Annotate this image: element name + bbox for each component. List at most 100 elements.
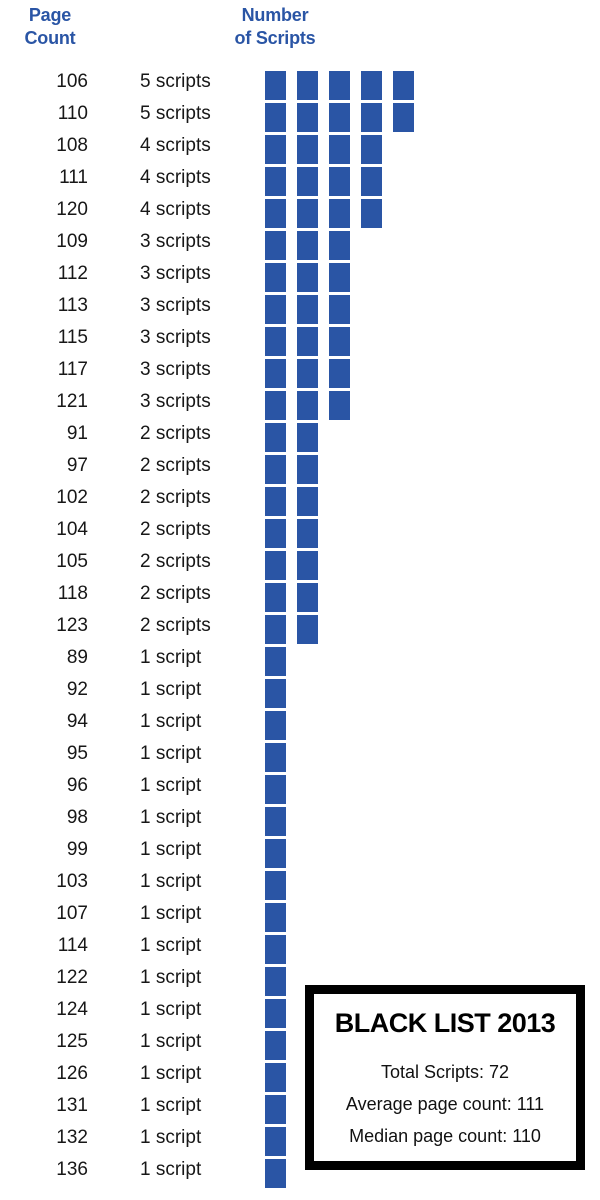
bar-unit-square [297, 71, 318, 100]
row-script-count-label: 1 script [140, 1127, 202, 1148]
bar-unit-square [265, 231, 286, 260]
bar-unit-square [265, 263, 286, 292]
chart-row: 104 2 scripts [0, 514, 600, 548]
row-bar-group [265, 1154, 297, 1188]
bar-unit-square [265, 519, 286, 548]
bar-unit-square [265, 135, 286, 164]
row-page-count: 125 [56, 1031, 88, 1052]
row-page-count: 113 [57, 295, 88, 316]
bar-unit-square [265, 711, 286, 740]
chart-row: 121 3 scripts [0, 386, 600, 420]
row-page-count: 112 [57, 263, 88, 284]
row-page-count: 91 [66, 423, 88, 444]
chart-row: 114 1 script [0, 930, 600, 964]
row-script-count-label: 1 script [140, 1063, 202, 1084]
row-script-count-label: 4 scripts [140, 167, 211, 188]
chart-row: 95 1 script [0, 738, 600, 772]
bar-unit-square [329, 327, 350, 356]
row-bar-group [265, 226, 361, 260]
row-bar-group [265, 194, 393, 228]
bar-unit-square [297, 327, 318, 356]
row-script-count-label: 3 scripts [140, 359, 211, 380]
row-page-count: 106 [56, 71, 88, 92]
bar-unit-square [297, 551, 318, 580]
chart-row: 113 3 scripts [0, 290, 600, 324]
bar-unit-square [297, 167, 318, 196]
info-box-stat-line: Average page count: 111 [345, 1094, 545, 1114]
summary-info-box: BLACK LIST 2013 Total Scripts: 72 Average… [305, 985, 585, 1170]
row-script-count-label: 1 script [140, 1159, 202, 1180]
bar-unit-square [265, 103, 286, 132]
row-bar-group [265, 770, 297, 804]
page-count-header: Page Count [24, 5, 76, 48]
row-page-count: 97 [66, 455, 88, 476]
row-page-count: 132 [56, 1127, 88, 1148]
chart-row: 102 2 scripts [0, 482, 600, 516]
bar-unit-square [265, 487, 286, 516]
row-bar-group [265, 578, 329, 612]
row-bar-group [265, 1122, 297, 1156]
bar-unit-square [265, 1159, 286, 1188]
row-page-count: 111 [59, 167, 88, 188]
row-bar-group [265, 802, 297, 836]
row-page-count: 99 [66, 839, 88, 860]
chart-row: 103 1 script [0, 866, 600, 900]
row-script-count-label: 1 script [140, 647, 202, 668]
bar-unit-square [265, 1095, 286, 1124]
bar-unit-square [393, 103, 414, 132]
row-script-count-label: 1 script [140, 935, 202, 956]
row-script-count-label: 2 scripts [140, 551, 211, 572]
bar-unit-square [297, 359, 318, 388]
row-bar-group [265, 386, 361, 420]
row-script-count-label: 1 script [140, 807, 202, 828]
row-script-count-label: 3 scripts [140, 327, 211, 348]
row-page-count: 104 [56, 519, 88, 540]
bar-unit-square [361, 135, 382, 164]
row-script-count-label: 1 script [140, 679, 202, 700]
row-script-count-label: 3 scripts [140, 263, 211, 284]
chart-row: 98 1 script [0, 802, 600, 836]
bar-unit-square [297, 423, 318, 452]
info-box-stat-line: Total Scripts: 72 [380, 1062, 510, 1082]
bar-unit-square [265, 999, 286, 1028]
bar-unit-square [361, 199, 382, 228]
info-box-stat-line: Median page count: 110 [349, 1126, 541, 1146]
bar-unit-square [329, 359, 350, 388]
chart-row: 123 2 scripts [0, 610, 600, 644]
chart-row: 110 5 scripts [0, 98, 600, 132]
chart-row: 108 4 scripts [0, 130, 600, 164]
bar-unit-square [329, 71, 350, 100]
row-script-count-label: 3 scripts [140, 295, 211, 316]
chart-row: 111 4 scripts [0, 162, 600, 196]
row-bar-group [265, 98, 425, 132]
bar-unit-square [297, 519, 318, 548]
row-page-count: 102 [56, 487, 88, 508]
chart-row: 115 3 scripts [0, 322, 600, 356]
row-bar-group [265, 1090, 297, 1124]
row-bar-group [265, 546, 329, 580]
row-script-count-label: 4 scripts [140, 135, 211, 156]
bar-unit-square [265, 327, 286, 356]
bar-unit-square [265, 615, 286, 644]
row-page-count: 124 [56, 999, 88, 1020]
chart-row: 94 1 script [0, 706, 600, 740]
bar-unit-square [265, 647, 286, 676]
bar-unit-square [297, 615, 318, 644]
bar-unit-square [361, 103, 382, 132]
row-page-count: 118 [57, 583, 88, 604]
chart-row: 120 4 scripts [0, 194, 600, 228]
row-bar-group [265, 834, 297, 868]
bar-unit-square [361, 167, 382, 196]
row-bar-group [265, 130, 393, 164]
chart-row: 112 3 scripts [0, 258, 600, 292]
row-page-count: 109 [56, 231, 88, 252]
bar-unit-square [329, 295, 350, 324]
row-bar-group [265, 418, 329, 452]
chart-row: 118 2 scripts [0, 578, 600, 612]
bar-unit-square [265, 423, 286, 452]
row-bar-group [265, 642, 297, 676]
row-bar-group [265, 450, 329, 484]
row-bar-group [265, 258, 361, 292]
row-script-count-label: 2 scripts [140, 487, 211, 508]
bar-unit-square [265, 199, 286, 228]
